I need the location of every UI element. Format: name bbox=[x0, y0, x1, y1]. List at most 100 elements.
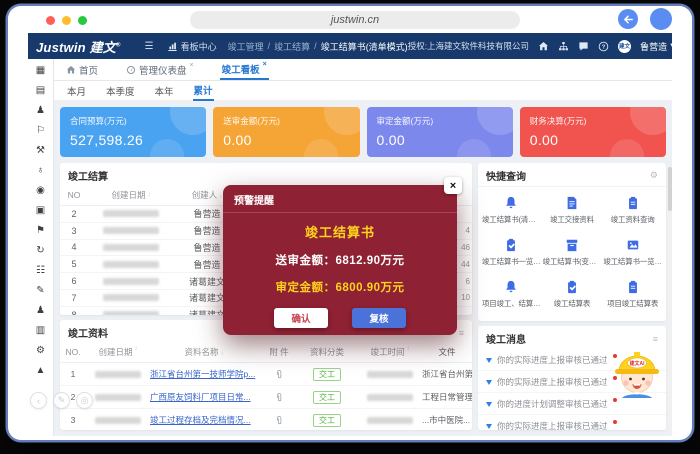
document-link[interactable]: 浙江省台州第一技师学院p... bbox=[150, 368, 262, 380]
panel-title: 竣工资料 bbox=[68, 325, 108, 340]
sidebar-icon[interactable]: ↻ bbox=[36, 246, 44, 256]
archive-row[interactable]: 1 浙江省台州第一技师学院p... 交工 浙江省台州第一... bbox=[60, 363, 472, 386]
ai-assistant-mascot[interactable]: 建文AI bbox=[608, 336, 666, 400]
sidebar-icon[interactable]: ▥ bbox=[36, 326, 45, 336]
document-link[interactable]: 广西原友饲料厂项目日常... bbox=[150, 391, 262, 403]
user-menu[interactable]: 鲁营造▼ bbox=[640, 40, 672, 53]
tab-dashboard[interactable]: 管理仪表盘× bbox=[124, 59, 196, 80]
redacted-date bbox=[367, 417, 413, 424]
filter-total[interactable]: 累计 bbox=[193, 81, 214, 101]
home-icon bbox=[66, 65, 76, 75]
quick-link[interactable]: 竣工结算书(清单模式) bbox=[482, 196, 541, 225]
address-bar[interactable]: justwin.cn bbox=[190, 11, 520, 29]
sidebar-icon[interactable]: ☷ bbox=[36, 266, 45, 276]
sidebar-icon[interactable]: ⚐ bbox=[36, 126, 45, 136]
sidebar-icon[interactable]: ♟ bbox=[36, 106, 45, 116]
dialog-subject: 竣工结算书 bbox=[223, 222, 457, 241]
paperclip-icon[interactable] bbox=[274, 415, 285, 426]
quick-link[interactable]: 竣工资料查询 bbox=[603, 196, 662, 225]
quick-link[interactable]: 项目竣工、结算情况表 bbox=[482, 280, 541, 309]
period-filter: 本月 本季度 本年 累计 bbox=[54, 81, 672, 101]
board-center-link[interactable]: 看板中心 bbox=[167, 40, 217, 53]
close-icon[interactable]: × bbox=[190, 62, 194, 69]
sidebar-icon[interactable]: ♁ bbox=[37, 166, 45, 176]
status-badge: 交工 bbox=[313, 391, 341, 404]
redacted-date bbox=[367, 371, 413, 378]
sidebar-icon[interactable]: ⚙ bbox=[36, 346, 45, 356]
filter-year[interactable]: 本年 bbox=[154, 82, 175, 100]
redacted-date bbox=[95, 394, 141, 401]
sidebar-icon[interactable]: ▦ bbox=[36, 66, 45, 76]
tab-completion-board[interactable]: 竣工看板× bbox=[220, 59, 269, 80]
kpi-value: 527,598.26 bbox=[70, 132, 196, 148]
close-window-button[interactable] bbox=[46, 16, 55, 25]
file-cell: 工程日常管理存... bbox=[422, 391, 472, 403]
breadcrumb-level1[interactable]: 竣工管理 bbox=[228, 40, 264, 53]
close-icon[interactable]: × bbox=[444, 177, 462, 194]
redacted-date bbox=[103, 294, 159, 301]
filter-month[interactable]: 本月 bbox=[66, 82, 87, 100]
sidebar-icon[interactable]: ⚒ bbox=[36, 146, 45, 156]
quick-link[interactable]: 竣工交接资料 bbox=[543, 196, 602, 225]
message-icon[interactable] bbox=[578, 41, 589, 52]
message-item[interactable]: 你的实际进度上报审核已通过 bbox=[478, 415, 666, 430]
top-navbar: Justwin 建文® 看板中心 竣工管理 / 竣工结算 / 竣工结算书(清单模… bbox=[28, 33, 672, 59]
review-button[interactable]: 复核 bbox=[352, 308, 406, 328]
minimize-window-button[interactable] bbox=[62, 16, 71, 25]
quick-link[interactable]: 竣工结算表 bbox=[543, 280, 602, 309]
quick-link[interactable]: 项目竣工结算表 bbox=[603, 280, 662, 309]
paperclip-icon[interactable] bbox=[274, 392, 285, 403]
zoom-window-button[interactable] bbox=[78, 16, 87, 25]
sidebar-icon[interactable]: ♟ bbox=[36, 306, 45, 316]
left-sidebar: ▦ ▤ ♟ ⚐ ⚒ ♁ ◉ ▣ ⚑ ↻ ☷ ✎ ♟ ▥ ⚙ ▲ bbox=[28, 59, 54, 436]
help-icon[interactable] bbox=[598, 41, 609, 52]
archive-row[interactable]: 2 广西原友饲料厂项目日常... 交工 工程日常管理存... bbox=[60, 386, 472, 409]
brand-logo[interactable]: Justwin 建文® bbox=[36, 37, 121, 56]
sidebar-icon[interactable]: ▣ bbox=[36, 206, 45, 216]
unread-dot bbox=[613, 420, 617, 424]
sidebar-icon[interactable]: ▲ bbox=[36, 366, 46, 376]
breadcrumb: 竣工管理 / 竣工结算 / 竣工结算书(清单模式) bbox=[228, 40, 408, 53]
quick-link[interactable]: 竣工结算书一览(清... bbox=[482, 238, 541, 267]
document-link[interactable]: 竣工过程存档及完档情况... bbox=[150, 414, 262, 426]
browser-titlebar: justwin.cn bbox=[8, 6, 692, 33]
file-cell: 浙江省台州第一... bbox=[422, 368, 472, 380]
company-badge[interactable]: 建文 bbox=[618, 40, 631, 53]
quick-query-panel: 快捷查询 ⚙ 竣工结算书(清单模式) 竣工交接资料 竣工资料查询 竣工结算书一览… bbox=[478, 163, 666, 321]
kpi-approved-amount: 审定金额(万元) 0.00 bbox=[367, 107, 513, 157]
document-icon bbox=[565, 196, 579, 210]
gear-icon[interactable]: ⚙ bbox=[650, 170, 658, 181]
paperclip-icon[interactable] bbox=[274, 369, 285, 380]
archive-row[interactable]: 3 竣工过程存档及完档情况... 交工 ...市中医院... bbox=[60, 409, 472, 430]
filter-quarter[interactable]: 本季度 bbox=[105, 82, 136, 100]
sidebar-icon[interactable]: ✎ bbox=[36, 286, 44, 296]
redacted-date bbox=[103, 227, 159, 234]
confirm-button[interactable]: 确认 bbox=[274, 308, 328, 328]
funnel-icon bbox=[486, 380, 492, 388]
close-icon[interactable]: × bbox=[263, 61, 267, 68]
clipboard-icon bbox=[626, 196, 640, 210]
sidebar-icon[interactable]: ⚑ bbox=[36, 226, 45, 236]
quick-link[interactable]: 竣工结算书一览(变... bbox=[603, 238, 662, 267]
record-indicator-button[interactable] bbox=[650, 8, 672, 30]
panel-menu-icon[interactable]: ≡ bbox=[459, 328, 464, 338]
sidebar-icon[interactable]: ▤ bbox=[36, 86, 45, 96]
sidebar-icon[interactable]: ◉ bbox=[36, 186, 45, 196]
kpi-submitted-amount: 送审金额(万元) 0.00 bbox=[213, 107, 359, 157]
home-icon[interactable] bbox=[538, 41, 549, 52]
target-icon[interactable]: ◎ bbox=[76, 392, 93, 409]
back-button[interactable] bbox=[618, 9, 638, 29]
status-badge: 交工 bbox=[313, 368, 341, 381]
pencil-icon[interactable]: ✎ bbox=[53, 392, 70, 409]
menu-toggle-icon[interactable] bbox=[145, 41, 154, 52]
redacted-date bbox=[95, 417, 141, 424]
chevron-left-icon[interactable]: ‹ bbox=[30, 392, 47, 409]
breadcrumb-level2[interactable]: 竣工结算 bbox=[274, 40, 310, 53]
tab-home[interactable]: 首页 bbox=[64, 59, 100, 80]
page-tabs: 首页 管理仪表盘× 竣工看板× bbox=[54, 59, 672, 81]
dialog-title: 预警提醒 bbox=[223, 185, 457, 213]
scrollbar-thumb[interactable] bbox=[668, 167, 672, 211]
sitemap-icon[interactable] bbox=[558, 41, 569, 52]
scrollbar[interactable] bbox=[668, 165, 672, 430]
quick-link[interactable]: 竣工结算书(变更单... bbox=[543, 238, 602, 267]
